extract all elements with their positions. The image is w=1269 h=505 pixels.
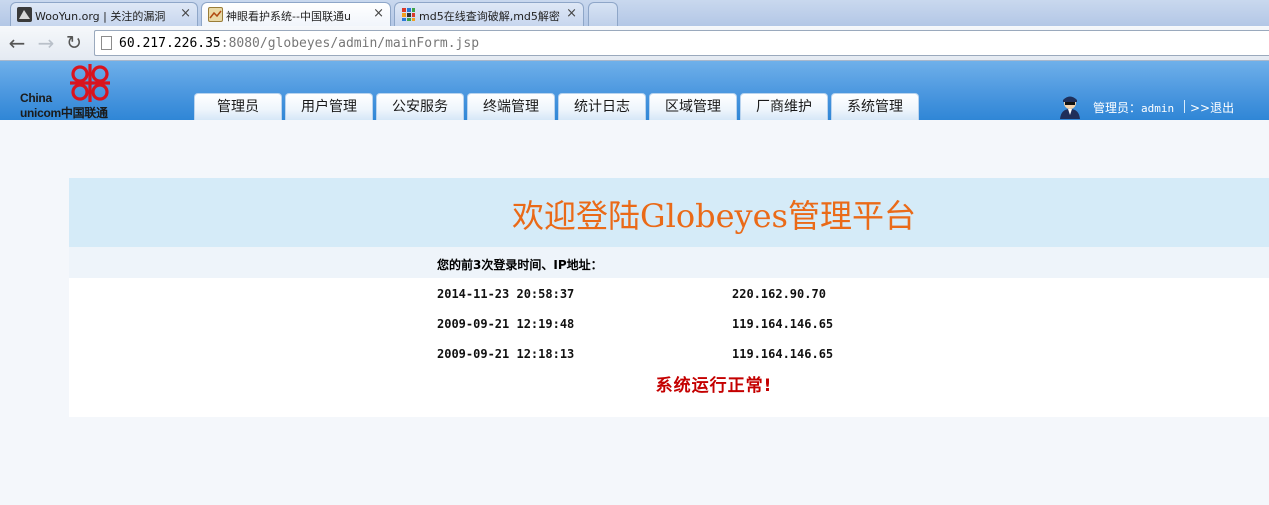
- app-header: China unicom中国联通 管理员 用户管理 公安服务 终端管理 统计日志…: [0, 61, 1269, 120]
- unicom-knot-icon: [70, 64, 110, 102]
- login-ip: 220.162.90.70: [732, 287, 826, 301]
- page-thumbnail-icon: [208, 7, 223, 22]
- login-time: 2009-09-21 12:19:48: [437, 317, 575, 331]
- user-name: admin: [1141, 102, 1175, 115]
- user-label-prefix: 管理员：: [1093, 101, 1142, 115]
- browser-tab-strip: WooYun.org | 关注的漏洞 × 神眼看护系统--中国联通u × md5…: [0, 0, 1269, 26]
- welcome-banner: 欢迎登陆Globeyes管理平台: [69, 178, 1269, 247]
- menu-tab-region-management[interactable]: 区域管理: [649, 93, 737, 120]
- new-tab-button[interactable]: [588, 2, 618, 26]
- menu-tab-admin[interactable]: 管理员: [194, 93, 282, 120]
- address-bar[interactable]: 60.217.226.35:8080/globeyes/admin/mainFo…: [94, 30, 1269, 56]
- current-user-label: 管理员：admin: [1093, 99, 1174, 116]
- browser-tab-wooyun[interactable]: WooYun.org | 关注的漏洞 ×: [10, 2, 198, 26]
- menu-tab-police-service[interactable]: 公安服务: [376, 93, 464, 120]
- browser-tab-globeyes[interactable]: 神眼看护系统--中国联通u ×: [201, 2, 391, 26]
- grid-icon: [401, 7, 416, 22]
- close-icon[interactable]: ×: [373, 6, 384, 21]
- user-avatar-icon: [1060, 96, 1080, 119]
- url-host: 60.217.226.35: [119, 36, 221, 51]
- browser-tab-title: 神眼看护系统--中国联通u: [226, 10, 351, 23]
- menu-tab-statistics-log[interactable]: 统计日志: [558, 93, 646, 120]
- page-icon: [101, 36, 112, 50]
- url-path: :8080/globeyes/admin/mainForm.jsp: [220, 36, 480, 51]
- close-icon[interactable]: ×: [180, 6, 191, 21]
- menu-tab-terminal-management[interactable]: 终端管理: [467, 93, 555, 120]
- browser-tab-md5[interactable]: md5在线查询破解,md5解密 ×: [394, 2, 584, 26]
- login-ip: 119.164.146.65: [732, 317, 834, 331]
- logout-link[interactable]: >>退出: [1190, 99, 1234, 116]
- login-time: 2009-09-21 12:18:13: [437, 347, 575, 361]
- user-area: 管理员：admin >>退出: [1057, 93, 1269, 119]
- welcome-panel: 欢迎登陆Globeyes管理平台 您的前3次登录时间、IP地址： 2014-11…: [69, 178, 1269, 417]
- back-arrow-icon[interactable]: ←: [5, 31, 29, 55]
- china-unicom-logo: China unicom中国联通: [20, 61, 120, 120]
- logo-text-unicom: unicom中国联通: [20, 106, 108, 120]
- login-ip: 119.164.146.65: [732, 347, 834, 361]
- logo-text-china: China: [20, 91, 52, 105]
- system-status-message: 系统运行正常!: [655, 376, 773, 396]
- forward-arrow-icon[interactable]: →: [34, 31, 58, 55]
- login-history-row: 2014-11-23 20:58:37 220.162.90.70: [69, 287, 1269, 307]
- browser-tab-title: WooYun.org | 关注的漏洞: [35, 10, 166, 23]
- divider: [1184, 100, 1185, 113]
- reload-icon[interactable]: ↻: [62, 31, 86, 55]
- login-history-row: 2009-09-21 12:19:48 119.164.146.65: [69, 317, 1269, 337]
- address-url[interactable]: 60.217.226.35:8080/globeyes/admin/mainFo…: [119, 36, 479, 51]
- login-time: 2014-11-23 20:58:37: [437, 287, 575, 301]
- login-history-row: 2009-09-21 12:18:13 119.164.146.65: [69, 347, 1269, 367]
- browser-tab-title: md5在线查询破解,md5解密: [419, 10, 560, 23]
- menu-tab-user-management[interactable]: 用户管理: [285, 93, 373, 120]
- wooyun-icon: [17, 7, 32, 22]
- login-history-caption: 您的前3次登录时间、IP地址：: [437, 258, 603, 272]
- menu-tab-vendor-maintenance[interactable]: 厂商维护: [740, 93, 828, 120]
- menu-tab-system-management[interactable]: 系统管理: [831, 93, 919, 120]
- welcome-title: 欢迎登陆Globeyes管理平台: [512, 197, 916, 235]
- close-icon[interactable]: ×: [566, 6, 577, 21]
- login-history-header: [69, 247, 1269, 278]
- browser-toolbar: ← → ↻ 60.217.226.35:8080/globeyes/admin/…: [0, 26, 1269, 61]
